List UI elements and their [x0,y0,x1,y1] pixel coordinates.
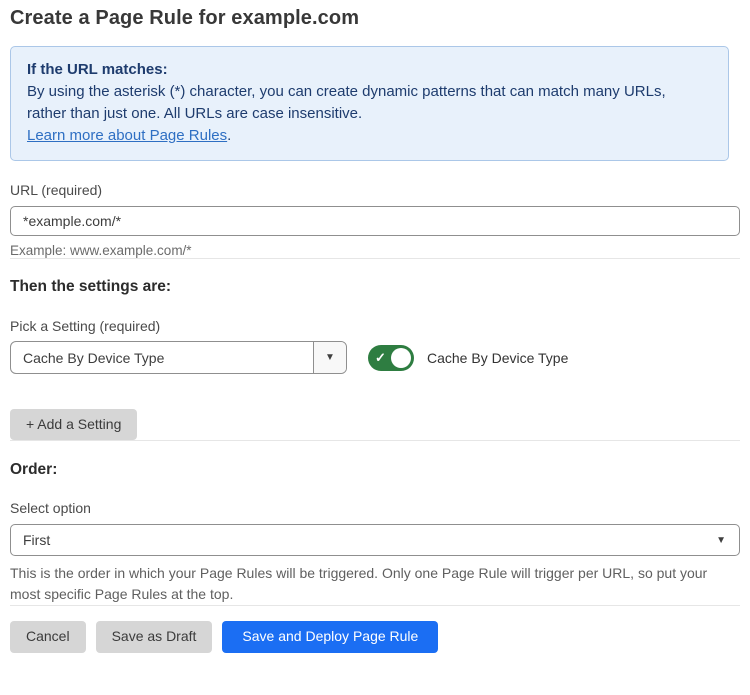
info-box-link-line: Learn more about Page Rules. [27,125,712,147]
chevron-down-icon: ▼ [716,535,739,546]
order-select[interactable]: First ▼ [10,524,740,556]
order-select-label: Select option [10,500,740,516]
save-as-draft-button[interactable]: Save as Draft [96,621,213,652]
learn-more-link[interactable]: Learn more about Page Rules [27,127,227,144]
add-setting-button[interactable]: + Add a Setting [10,409,137,440]
order-select-value: First [11,532,716,548]
footer-actions: Cancel Save as Draft Save and Deploy Pag… [10,621,740,652]
pick-setting-label: Pick a Setting (required) [10,318,740,334]
url-field-label: URL (required) [10,182,740,198]
info-box-heading: If the URL matches: [27,59,712,81]
setting-row: Cache By Device Type ▼ ✓ Cache By Device… [10,341,740,374]
check-icon: ✓ [375,351,386,364]
divider [10,605,740,606]
info-box-body-line: rather than just one. All URLs are case … [27,103,712,125]
setting-toggle[interactable]: ✓ [368,345,414,371]
page-title: Create a Page Rule for example.com [10,7,740,30]
url-example-help: Example: www.example.com/* [10,243,740,258]
order-help-text: This is the order in which your Page Rul… [10,563,740,605]
toggle-knob [391,348,411,368]
link-period: . [227,127,231,144]
settings-section-heading: Then the settings are: [10,278,740,296]
order-section-heading: Order: [10,461,740,479]
order-help-line: most specific Page Rules at the top. [10,584,740,605]
divider [10,258,740,259]
setting-toggle-label: Cache By Device Type [427,350,568,366]
url-input[interactable] [10,206,740,236]
setting-select-value: Cache By Device Type [11,342,313,373]
cancel-button[interactable]: Cancel [10,621,86,652]
save-and-deploy-button[interactable]: Save and Deploy Page Rule [222,621,438,652]
page-rule-form: Create a Page Rule for example.com If th… [0,7,750,653]
url-match-info-box: If the URL matches: By using the asteris… [10,46,729,161]
chevron-down-icon: ▼ [313,342,346,373]
setting-select[interactable]: Cache By Device Type ▼ [10,341,347,374]
divider [10,440,740,441]
info-box-body-line: By using the asterisk (*) character, you… [27,81,712,103]
order-help-line: This is the order in which your Page Rul… [10,563,740,584]
